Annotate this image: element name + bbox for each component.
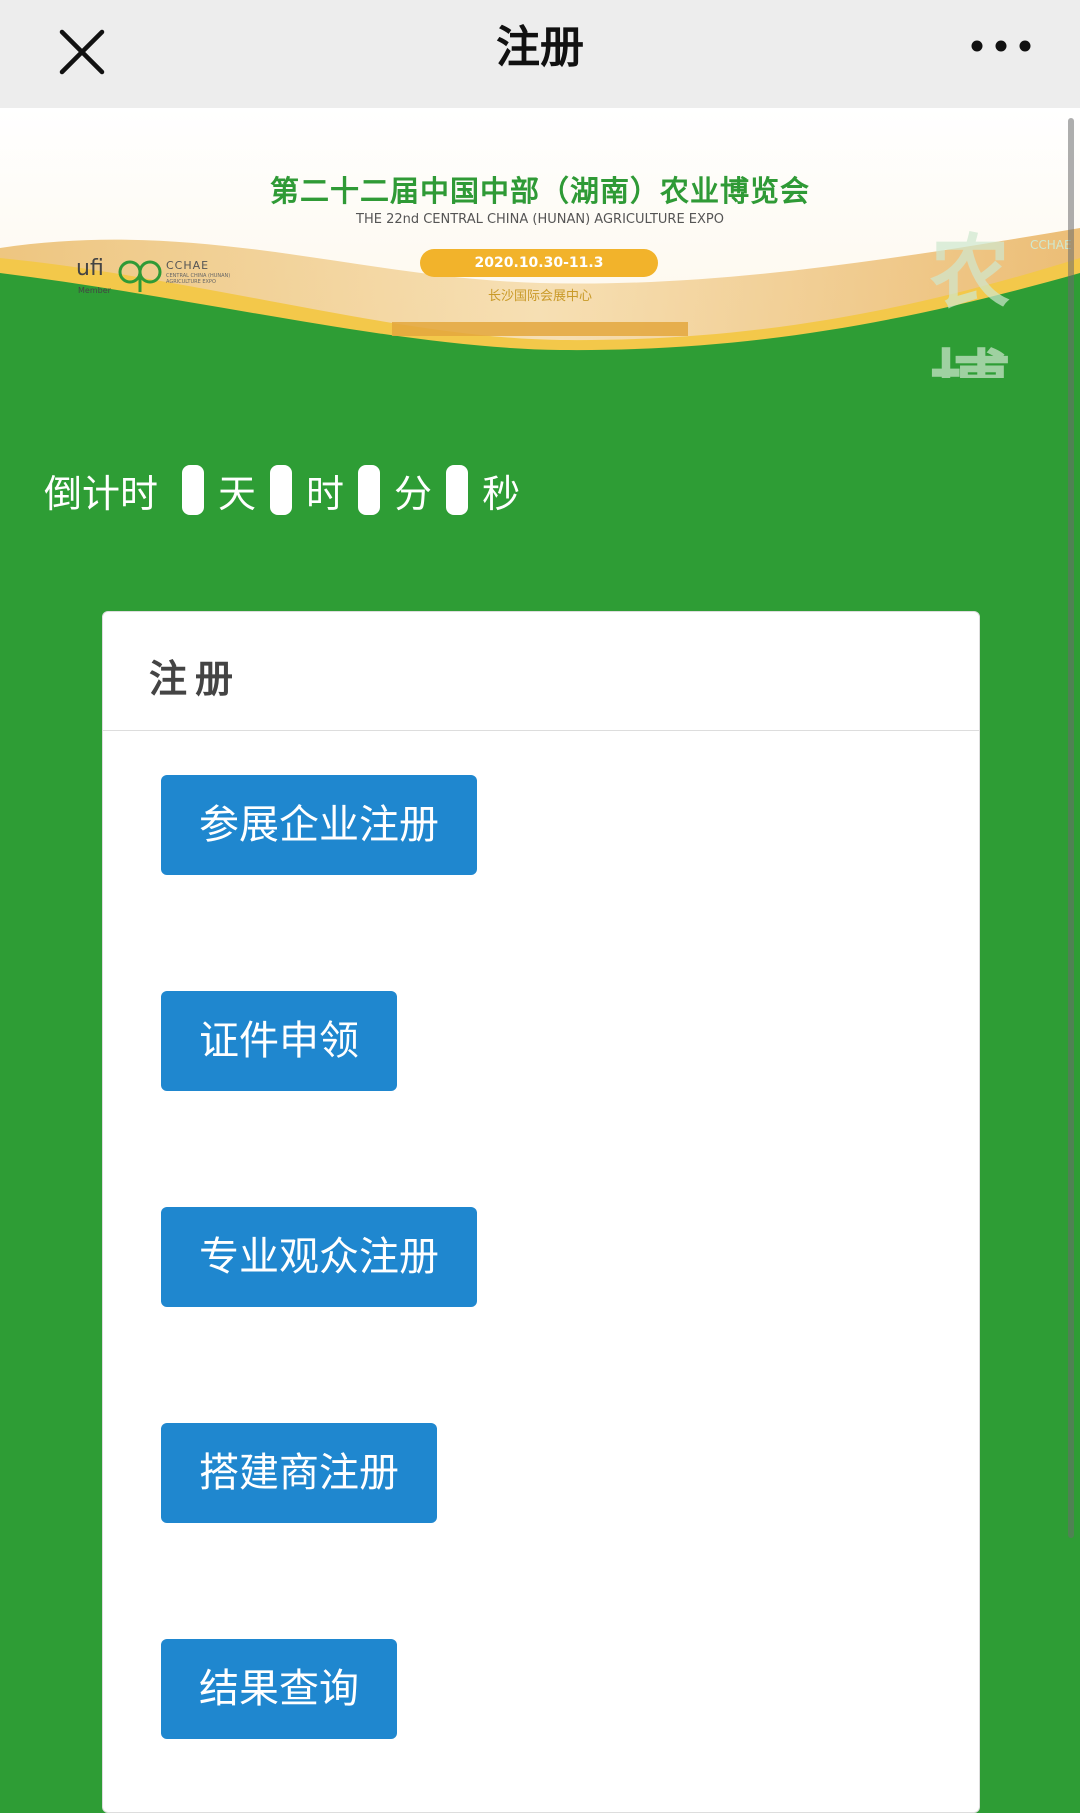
credential-application-button[interactable]: 证件申领 [161, 991, 397, 1091]
builder-registration-button[interactable]: 搭建商注册 [161, 1423, 437, 1523]
ufi-logo: ufi [76, 256, 104, 281]
more-dots-icon[interactable] [966, 30, 1036, 70]
expo-title: 第二十二届中国中部（湖南）农业博览会 [269, 174, 810, 208]
banner-watermark-small: CCHAE [1030, 238, 1072, 252]
cchae-subtitle: CENTRAL CHINA (HUNAN) AGRICULTURE EXPO [166, 273, 231, 285]
page-scrollbar[interactable] [1068, 118, 1074, 1538]
expo-venue: 长沙国际会展中心 [487, 289, 592, 304]
page-title: 注册 [496, 22, 584, 73]
countdown-unit-days: 天 [218, 471, 257, 516]
expo-banner: ufi Member CCHAE CENTRAL CHINA (HUNAN) A… [0, 108, 1080, 378]
top-navbar: 注册 [0, 0, 1080, 108]
countdown-hours-box [270, 465, 293, 515]
card-title: 注册 [149, 657, 242, 701]
countdown-minutes-box [358, 465, 381, 515]
expo-date-badge: 2020.10.30-11.3 [420, 249, 658, 277]
card-header: 注册 [103, 612, 979, 731]
countdown-unit-seconds: 秒 [482, 471, 521, 516]
cchae-logo-text: CCHAE [166, 259, 210, 272]
registration-card: 注册 参展企业注册 证件申领 专业观众注册 搭建商注册 结果查询 [102, 611, 980, 1813]
countdown-unit-minutes: 分 [394, 471, 433, 516]
expo-subtitle: THE 22nd CENTRAL CHINA (HUNAN) AGRICULTU… [356, 212, 724, 227]
countdown-unit-hours: 时 [306, 471, 345, 516]
exhibitor-registration-button[interactable]: 参展企业注册 [161, 775, 477, 875]
countdown-seconds-box [446, 465, 469, 515]
professional-visitor-registration-button[interactable]: 专业观众注册 [161, 1207, 477, 1307]
countdown: 倒计时 天 时 分 秒 [44, 462, 522, 518]
countdown-label: 倒计时 [44, 471, 159, 516]
countdown-days-box [182, 465, 205, 515]
result-query-button[interactable]: 结果查询 [161, 1639, 397, 1739]
